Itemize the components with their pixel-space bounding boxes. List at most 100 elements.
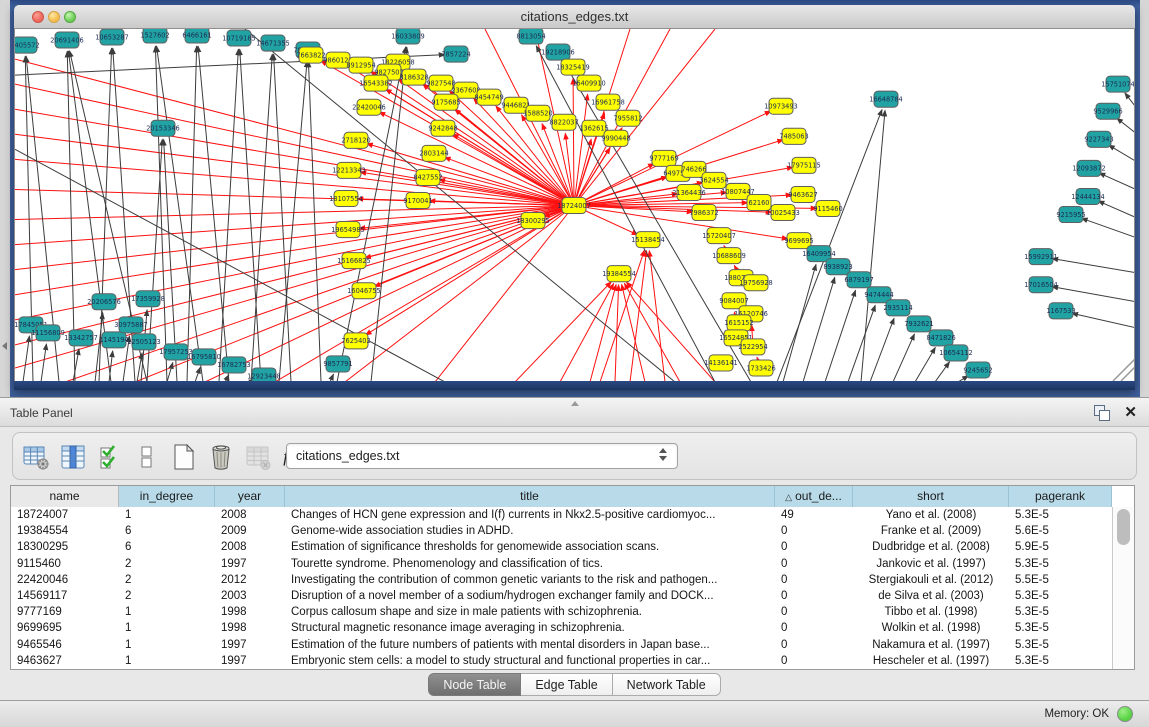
selected-edge[interactable]	[574, 29, 715, 206]
graph-node-label: 10719185	[222, 34, 256, 42]
float-panel-icon[interactable]	[1094, 405, 1109, 420]
table-row[interactable]: 1938455462009Genome-wide association stu…	[11, 523, 1112, 539]
tab-node-table[interactable]: Node Table	[428, 673, 521, 696]
table-row[interactable]: 1456911722003Disruption of a novel membe…	[11, 588, 1112, 604]
graph-node-label: 10025433	[766, 209, 800, 217]
graph-node-label: 1362615	[579, 125, 608, 133]
table-row[interactable]: 946554611997Estimation of the future num…	[11, 637, 1112, 653]
table-cell: Embryonic stem cells: a model to study s…	[285, 653, 775, 669]
edge[interactable]	[1052, 258, 1135, 272]
edge[interactable]	[187, 46, 197, 381]
selected-edge[interactable]	[574, 94, 588, 205]
edge[interactable]	[251, 54, 272, 381]
graph-node-label: 9463627	[788, 191, 817, 199]
edge[interactable]	[274, 54, 291, 381]
table-row[interactable]: 2242004622012Investigating the contribut…	[11, 572, 1112, 588]
table-row[interactable]: 1830029562008Estimation of significance …	[11, 539, 1112, 555]
graph-node-label: 16409910	[572, 79, 606, 87]
new-table-icon[interactable]	[169, 442, 199, 472]
graph-node-label: 7955812	[613, 115, 642, 123]
edge[interactable]	[41, 344, 46, 381]
edge[interactable]	[564, 62, 751, 381]
table-row[interactable]: 911546021997Tourette syndrome. Phenomeno…	[11, 556, 1112, 572]
column-header-name[interactable]: name	[11, 486, 119, 507]
edge[interactable]	[240, 49, 261, 381]
table-selector-dropdown[interactable]: citations_edges.txt	[286, 443, 678, 469]
column-header-title[interactable]: title	[285, 486, 775, 507]
delete-trash-icon[interactable]	[206, 442, 236, 472]
memory-status-indicator[interactable]	[1117, 706, 1133, 722]
selected-edge[interactable]	[515, 282, 611, 381]
graph-node-label: 11156809	[31, 329, 65, 337]
edge[interactable]	[330, 374, 334, 381]
citation-network-graph[interactable]: 5405572206914061065328715276026466161107…	[15, 29, 1135, 381]
network-window-titlebar[interactable]: citations_edges.txt	[14, 5, 1135, 29]
show-column-icon[interactable]	[58, 442, 88, 472]
close-panel-icon[interactable]: ✕	[1124, 403, 1137, 421]
edge[interactable]	[1117, 118, 1135, 133]
edge[interactable]	[1052, 287, 1135, 302]
window-title: citations_edges.txt	[14, 9, 1135, 24]
graph-node-label: 15166825	[337, 257, 371, 265]
memory-status-label: Memory: OK	[1044, 708, 1109, 720]
selected-edge[interactable]	[15, 206, 574, 270]
edge[interactable]	[893, 334, 915, 381]
table-cell: 1	[119, 637, 215, 653]
graph-node-label: 1527602	[140, 31, 169, 39]
edge[interactable]	[1108, 145, 1135, 161]
column-header-short[interactable]: short	[853, 486, 1009, 507]
edge[interactable]	[1099, 173, 1135, 190]
selected-edge[interactable]	[15, 59, 574, 205]
tab-edge-table[interactable]: Edge Table	[521, 673, 612, 696]
graph-node-label: 9115460	[813, 205, 842, 213]
tab-network-table[interactable]: Network Table	[613, 673, 721, 696]
edge[interactable]	[915, 347, 935, 381]
graph-node-label: 19384554	[602, 270, 636, 278]
network-canvas[interactable]: 5405572206914061065328715276026466161107…	[14, 29, 1135, 381]
edge[interactable]	[783, 264, 816, 381]
window-resize-grip[interactable]	[1113, 359, 1135, 381]
edge[interactable]	[1125, 93, 1135, 107]
edge[interactable]	[861, 110, 885, 381]
select-all-icon[interactable]	[95, 442, 125, 472]
column-header-pagerank[interactable]: pagerank	[1009, 486, 1112, 507]
edge[interactable]	[825, 290, 856, 381]
edge[interactable]	[935, 362, 950, 381]
unselect-all-icon[interactable]	[132, 442, 162, 472]
table-row[interactable]: 977716911998Corpus callosum shape and si…	[11, 604, 1112, 620]
divider-handle-icon[interactable]	[571, 401, 579, 406]
table-row[interactable]: 946362711997Embryonic stem cells: a mode…	[11, 653, 1112, 669]
edge[interactable]	[279, 61, 307, 381]
column-header-out-degree[interactable]: △out_de...	[775, 486, 853, 507]
selected-edge[interactable]	[590, 284, 616, 381]
selected-edge[interactable]	[435, 206, 574, 381]
table-selector-value: citations_edges.txt	[296, 449, 400, 463]
edge[interactable]	[195, 367, 200, 381]
edge[interactable]	[371, 47, 407, 381]
table-row[interactable]: 1872400712008Changes of HCN gene express…	[11, 507, 1112, 523]
selected-edge[interactable]	[649, 251, 665, 381]
edge[interactable]	[1081, 218, 1135, 237]
selected-edge[interactable]	[15, 159, 574, 205]
panel-collapse-arrow-icon[interactable]	[2, 342, 7, 350]
graph-node-label: 746266	[681, 166, 706, 174]
edge[interactable]	[1072, 313, 1135, 328]
table-row[interactable]: 969969511998Structural magnetic resonanc…	[11, 620, 1112, 636]
selected-edge[interactable]	[367, 143, 574, 205]
edge[interactable]	[1098, 201, 1135, 218]
vertical-scrollbar[interactable]	[1112, 507, 1134, 669]
scrollbar-thumb[interactable]	[1117, 509, 1130, 545]
edge[interactable]	[308, 61, 321, 381]
edge[interactable]	[167, 362, 173, 381]
selected-edge[interactable]	[15, 206, 574, 295]
column-header-in-degree[interactable]: in_degree	[119, 486, 215, 507]
table-cell: 2003	[215, 588, 285, 604]
selected-edge[interactable]	[573, 78, 574, 205]
graph-node-label: 5405572	[15, 41, 40, 49]
column-settings-icon[interactable]	[21, 442, 51, 472]
edge[interactable]	[870, 318, 894, 381]
selected-edge[interactable]	[574, 139, 591, 206]
edge[interactable]	[219, 49, 238, 381]
edge[interactable]	[157, 46, 203, 381]
column-header-year[interactable]: year	[215, 486, 285, 507]
